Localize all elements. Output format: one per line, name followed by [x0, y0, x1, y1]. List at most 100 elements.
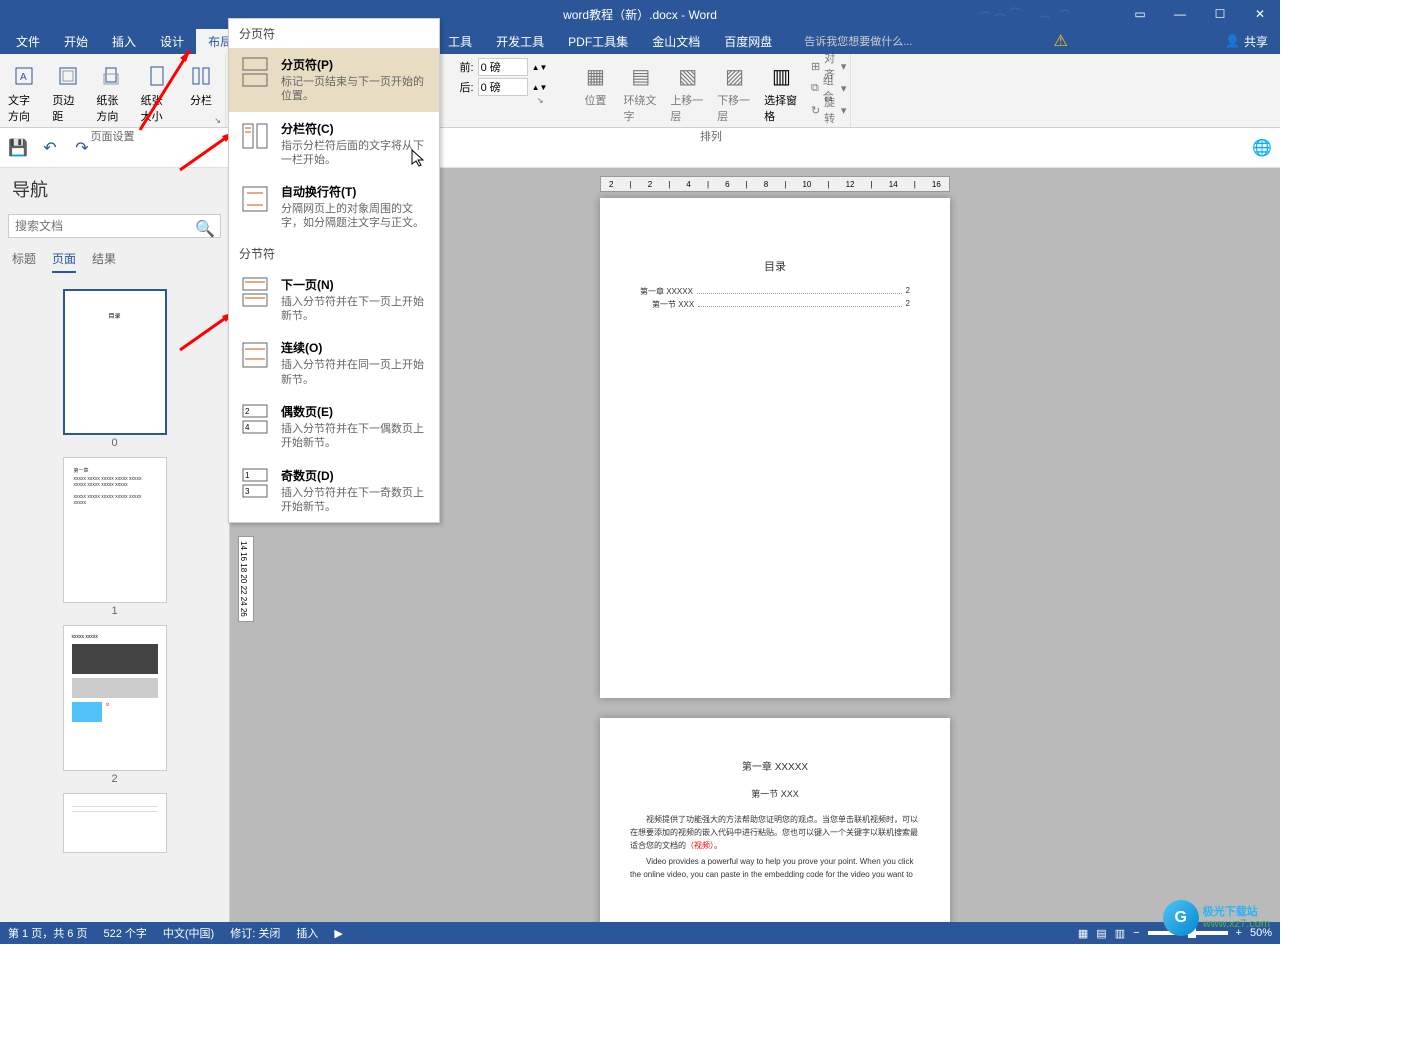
page-break-item[interactable]: 分页符(P)标记一页结束与下一页开始的位置。 [229, 48, 439, 112]
forward-button[interactable]: ▧ 上移一层 [666, 56, 709, 128]
dialog-launcher-icon[interactable]: ↘ [537, 96, 544, 105]
position-label: 位置 [584, 92, 606, 108]
toc-title: 目录 [640, 258, 910, 274]
page-break-icon [239, 56, 271, 88]
tab-headings[interactable]: 标题 [12, 250, 36, 273]
position-button[interactable]: ▦ 位置 [575, 56, 615, 128]
menu-pdf[interactable]: PDF工具集 [556, 29, 640, 54]
orientation-button[interactable]: 纸张方向 [92, 56, 132, 128]
section-heading: 第一节 XXX [630, 787, 920, 800]
next-page-icon [239, 276, 271, 308]
minimize-button[interactable]: — [1160, 0, 1200, 28]
document-page-2[interactable]: 第一章 XXXXX 第一节 XXX 视频提供了功能强大的方法帮助您证明您的观点。… [600, 718, 950, 922]
qat-btn-1[interactable]: 🌐 [1252, 138, 1272, 158]
page-setup-group-label: 页面设置 [91, 128, 135, 146]
wrap-button[interactable]: ▤ 环绕文字 [619, 56, 662, 128]
zoom-out-button[interactable]: − [1133, 927, 1139, 939]
share-button[interactable]: 👤 共享 [1217, 31, 1276, 52]
text-direction-label: 文字方向 [8, 92, 40, 124]
page-thumbnail-2[interactable]: xxxxx xxxxx⊙ [63, 625, 167, 771]
svg-text:A: A [20, 72, 27, 83]
text-direction-icon: A [8, 60, 40, 92]
document-page-1[interactable]: 目录 第一章 XXXXX 2 第一节 XXX 2 [600, 198, 950, 698]
nav-search: 🔍 [8, 214, 221, 238]
even-page-icon: 24 [239, 403, 271, 435]
watermark: G 极光下载站 www.xz7.com [1163, 900, 1270, 936]
svg-text:2: 2 [245, 407, 250, 416]
status-track-changes[interactable]: 修订: 关闭 [230, 925, 280, 941]
arrange-group-label: 排列 [700, 128, 722, 146]
close-button[interactable]: ✕ [1240, 0, 1280, 28]
thumbnails-list[interactable]: 目录 0 第一章xxxxx xxxxx xxxxx xxxxx xxxxxxxx… [0, 281, 229, 922]
menu-baidu[interactable]: 百度网盘 [712, 29, 784, 54]
statusbar: 第 1 页，共 6 页 522 个字 中文(中国) 修订: 关闭 插入 ▶ ▦ … [0, 922, 1280, 944]
status-record-icon[interactable]: ▶ [334, 927, 342, 940]
orientation-label: 纸张方向 [96, 92, 128, 124]
watermark-url: www.xz7.com [1203, 918, 1270, 930]
status-page[interactable]: 第 1 页，共 6 页 [8, 925, 87, 941]
spacing-after-input[interactable] [478, 78, 528, 96]
margins-button[interactable]: 页边距 [48, 56, 88, 128]
warning-icon[interactable]: ⚠ [1054, 31, 1068, 51]
share-label: 共享 [1244, 33, 1268, 50]
window-title: word教程（新）.docx - Word [563, 6, 717, 23]
redo-button[interactable]: ↷ [72, 138, 92, 158]
margins-icon [52, 60, 84, 92]
continuous-icon [239, 339, 271, 371]
page-thumbnail-3[interactable] [63, 793, 167, 853]
menu-jinshan[interactable]: 金山文档 [640, 29, 712, 54]
view-print-icon[interactable]: ▤ [1096, 927, 1106, 940]
svg-text:4: 4 [245, 423, 250, 432]
menu-home[interactable]: 开始 [52, 29, 100, 54]
search-input[interactable] [8, 214, 221, 238]
save-button[interactable]: 💾 [8, 138, 28, 158]
ribbon-options-icon[interactable]: ▭ [1120, 0, 1160, 28]
status-insert-mode[interactable]: 插入 [296, 925, 318, 941]
forward-label: 上移一层 [670, 92, 705, 124]
page-thumbnail-0[interactable]: 目录 [63, 289, 167, 435]
view-read-icon[interactable]: ▦ [1078, 927, 1088, 940]
tab-results[interactable]: 结果 [92, 250, 116, 273]
backward-label: 下移一层 [717, 92, 752, 124]
selection-pane-icon: ▥ [766, 60, 798, 92]
menu-tools[interactable]: 工具 [436, 29, 484, 54]
selection-pane-button[interactable]: ▥ 选择窗格 [760, 56, 803, 128]
menu-developer[interactable]: 开发工具 [484, 29, 556, 54]
forward-icon: ▧ [672, 60, 704, 92]
view-web-icon[interactable]: ▥ [1115, 927, 1125, 940]
thumb-label-1: 1 [63, 605, 167, 617]
maximize-button[interactable]: ☐ [1200, 0, 1240, 28]
page-thumbnail-1[interactable]: 第一章xxxxx xxxxx xxxxx xxxxx xxxxxxxxxx xx… [63, 457, 167, 603]
column-break-icon [239, 120, 271, 152]
watermark-title: 极光下载站 [1203, 906, 1270, 918]
chapter-heading: 第一章 XXXXX [630, 758, 920, 773]
status-words[interactable]: 522 个字 [103, 925, 146, 941]
selection-pane-label: 选择窗格 [764, 92, 799, 124]
menu-file[interactable]: 文件 [4, 29, 52, 54]
paragraph: 视频提供了功能强大的方法帮助您证明您的观点。当您单击联机视频时，可以在想要添加的… [630, 814, 920, 852]
tab-pages[interactable]: 页面 [52, 250, 76, 273]
spacing-before-input[interactable] [478, 58, 528, 76]
backward-icon: ▨ [719, 60, 751, 92]
even-page-break-item[interactable]: 24 偶数页(E)插入分节符并在下一偶数页上开始新节。 [229, 395, 439, 459]
odd-page-break-item[interactable]: 13 奇数页(D)插入分节符并在下一奇数页上开始新节。 [229, 459, 439, 523]
wrap-label: 环绕文字 [623, 92, 658, 124]
column-break-item[interactable]: 分栏符(C)指示分栏符后面的文字将从下一栏开始。 [229, 112, 439, 176]
odd-page-icon: 13 [239, 467, 271, 499]
tell-me-search[interactable]: 告诉我您想要做什么... [784, 33, 912, 49]
undo-button[interactable]: ↶ [40, 138, 60, 158]
backward-button[interactable]: ▨ 下移一层 [713, 56, 756, 128]
spacing-after-label: 后: [460, 79, 474, 95]
status-language[interactable]: 中文(中国) [163, 925, 214, 941]
text-direction-button[interactable]: A 文字方向 [4, 56, 44, 128]
next-page-break-item[interactable]: 下一页(N)插入分节符并在下一页上开始新节。 [229, 268, 439, 332]
navigation-panel: 导航 🔍 标题 页面 结果 目录 0 第一章xxxxx xxxxx xxxxx … [0, 168, 230, 922]
continuous-break-item[interactable]: 连续(O)插入分节符并在同一页上开始新节。 [229, 331, 439, 395]
text-wrap-break-item[interactable]: 自动换行符(T)分隔网页上的对象周围的文字，如分隔题注文字与正文。 [229, 175, 439, 239]
dropdown-section-section-breaks: 分节符 [229, 239, 439, 268]
person-icon: 👤 [1225, 34, 1240, 48]
wrap-icon: ▤ [625, 60, 657, 92]
main-area: 导航 🔍 标题 页面 结果 目录 0 第一章xxxxx xxxxx xxxxx … [0, 168, 1280, 922]
rotate-button[interactable]: ↻ 旋转 ▾ [811, 100, 846, 120]
search-icon[interactable]: 🔍 [195, 219, 215, 239]
